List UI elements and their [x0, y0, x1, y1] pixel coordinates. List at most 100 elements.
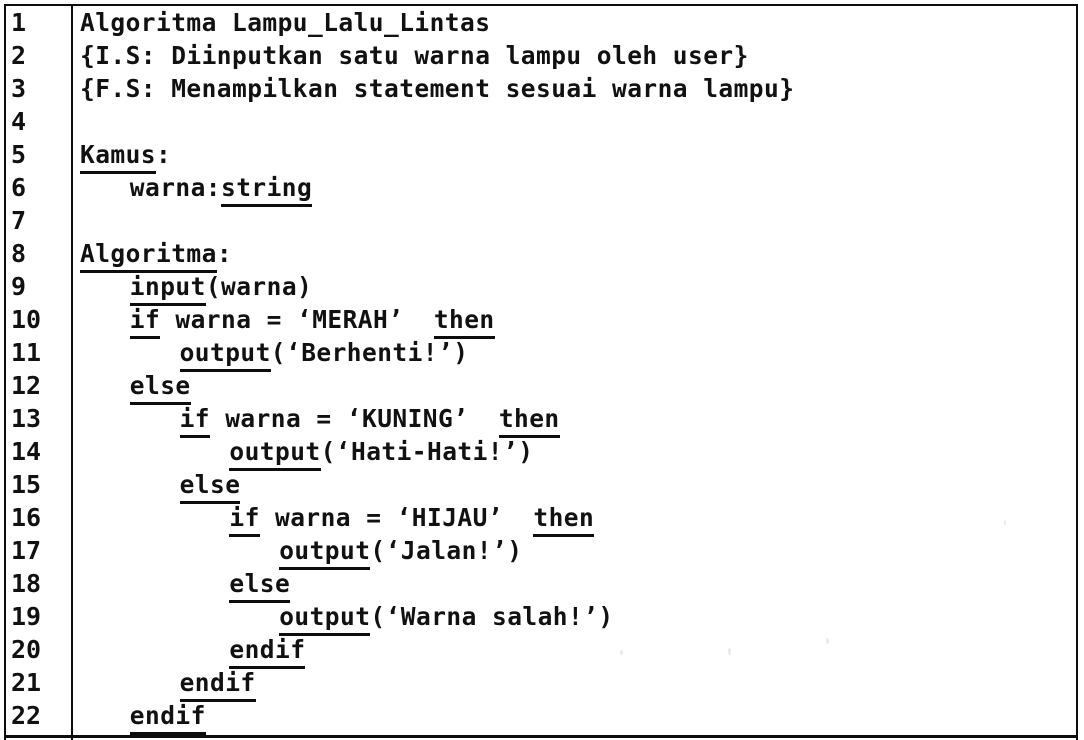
- code-text: output(‘Berhenti!’): [180, 336, 469, 369]
- code-token: (‘Warna salah!’): [370, 602, 614, 631]
- line-number: 19: [11, 602, 42, 631]
- code-line: 15 else: [0, 468, 1084, 501]
- code-token: (‘Berhenti!’): [270, 338, 469, 367]
- code-line: 12 else: [0, 369, 1084, 402]
- code-line: 2 {I.S: Diinputkan satu warna lampu oleh …: [0, 39, 1084, 72]
- code-token: warna = ‘MERAH’: [160, 305, 434, 334]
- line-number: 8: [11, 239, 27, 268]
- line-number: 7: [11, 206, 27, 235]
- code-text: Kamus:: [80, 138, 171, 171]
- line-number: 3: [11, 74, 27, 103]
- keyword-token: output: [279, 536, 371, 565]
- keyword-token: if: [179, 404, 210, 433]
- keyword-token: endif: [179, 668, 256, 697]
- line-number: 21: [11, 668, 42, 697]
- line-number: 9: [11, 272, 27, 301]
- keyword-token: else: [229, 569, 291, 598]
- code-line: 8 Algoritma:: [0, 237, 1084, 270]
- line-number: 14: [11, 437, 42, 466]
- code-token: warna = ‘HIJAU’: [259, 503, 534, 532]
- line-number: 12: [11, 371, 42, 400]
- keyword-token: then: [533, 503, 595, 532]
- code-line: 5 Kamus:: [0, 138, 1084, 171]
- code-token: (‘Jalan!’): [370, 536, 523, 565]
- line-number: 11: [11, 338, 42, 367]
- code-text: else: [229, 567, 290, 600]
- keyword-token: output: [279, 602, 371, 631]
- line-number: 13: [11, 404, 42, 433]
- code-line: 11 output(‘Berhenti!’): [0, 336, 1084, 369]
- line-number: 2: [11, 41, 27, 70]
- line-number: 5: [11, 140, 27, 169]
- keyword-token: else: [129, 371, 191, 400]
- code-token: :: [156, 140, 172, 169]
- scan-artifact: [826, 638, 829, 644]
- line-number: 15: [11, 470, 42, 499]
- code-text: endif: [180, 666, 256, 699]
- code-token: {F.S: Menampilkan statement sesuai warna…: [80, 74, 795, 103]
- keyword-token: Kamus: [80, 140, 157, 169]
- keyword-token: Algoritma: [80, 239, 217, 268]
- code-text: Algoritma:: [80, 237, 232, 270]
- code-text: output(‘Jalan!’): [279, 534, 522, 567]
- code-line: 21 endif: [0, 666, 1084, 699]
- code-line: 6 warna:string: [0, 171, 1084, 204]
- code-line: 9 input(warna): [0, 270, 1084, 303]
- keyword-token: input: [129, 272, 206, 301]
- line-number: 18: [11, 569, 42, 598]
- code-text: endif: [130, 699, 206, 732]
- code-token: warna:: [129, 173, 221, 202]
- code-line: 22 endif: [0, 699, 1084, 732]
- code-line: 10 if warna = ‘MERAH’ then: [0, 303, 1084, 336]
- code-text: input(warna): [130, 270, 312, 303]
- code-text: if warna = ‘KUNING’ then: [180, 402, 560, 435]
- code-text: else: [180, 468, 241, 501]
- scan-artifact: [728, 648, 731, 655]
- scan-artifact: [1004, 520, 1006, 525]
- code-token: Algoritma Lampu_Lalu_Lintas: [80, 8, 491, 37]
- pseudocode-screenshot: 1 Algoritma Lampu_Lalu_Lintas 2 {I.S: Diinp…: [0, 0, 1084, 740]
- code-text: else: [130, 369, 191, 402]
- code-token: warna = ‘KUNING’: [210, 404, 499, 433]
- line-number: 4: [11, 107, 27, 136]
- line-number: 1: [11, 8, 27, 37]
- code-line: 7: [0, 204, 1084, 237]
- code-line: 20 endif: [0, 633, 1084, 666]
- keyword-token: then: [498, 404, 560, 433]
- keyword-token: if: [229, 503, 260, 532]
- keyword-token: endif: [129, 701, 206, 730]
- code-text: output(‘Warna salah!’): [279, 600, 613, 633]
- code-text: Algoritma Lampu_Lalu_Lintas: [80, 6, 490, 39]
- code-text: endif: [229, 633, 305, 666]
- line-number: 22: [11, 701, 42, 730]
- code-line: 17 output(‘Jalan!’): [0, 534, 1084, 567]
- code-text: {F.S: Menampilkan statement sesuai warna…: [80, 72, 794, 105]
- code-token: (‘Hati-Hati!’): [320, 437, 534, 466]
- code-line: 13 if warna = ‘KUNING’ then: [0, 402, 1084, 435]
- code-token: :: [216, 239, 233, 268]
- code-line: 4: [0, 105, 1084, 138]
- code-text: if warna = ‘MERAH’ then: [130, 303, 495, 336]
- code-token: {I.S: Diinputkan satu warna lampu oleh u…: [80, 41, 749, 70]
- code-line: 19 output(‘Warna salah!’): [0, 600, 1084, 633]
- code-line: 1 Algoritma Lampu_Lalu_Lintas: [0, 6, 1084, 39]
- line-number: 17: [11, 536, 42, 565]
- line-number: 20: [11, 635, 42, 664]
- keyword-token: then: [433, 305, 495, 334]
- line-number: 6: [11, 173, 27, 202]
- code-text: output(‘Hati-Hati!’): [229, 435, 533, 468]
- keyword-token: endif: [229, 635, 306, 664]
- code-line: 18 else: [0, 567, 1084, 600]
- line-number: 16: [11, 503, 42, 532]
- code-token: (warna): [205, 272, 313, 301]
- code-text: {I.S: Diinputkan satu warna lampu oleh u…: [80, 39, 749, 72]
- code-text: warna:string: [130, 171, 312, 204]
- keyword-token: if: [129, 305, 161, 334]
- code-line: 3 {F.S: Menampilkan statement sesuai warn…: [0, 72, 1084, 105]
- code-text: if warna = ‘HIJAU’ then: [229, 501, 594, 534]
- code-lines-container: 1 Algoritma Lampu_Lalu_Lintas 2 {I.S: Diinp…: [0, 0, 1084, 740]
- keyword-token: output: [229, 437, 321, 466]
- scan-artifact: [620, 650, 623, 655]
- code-line: 16 if warna = ‘HIJAU’ then: [0, 501, 1084, 534]
- line-number: 10: [11, 305, 42, 334]
